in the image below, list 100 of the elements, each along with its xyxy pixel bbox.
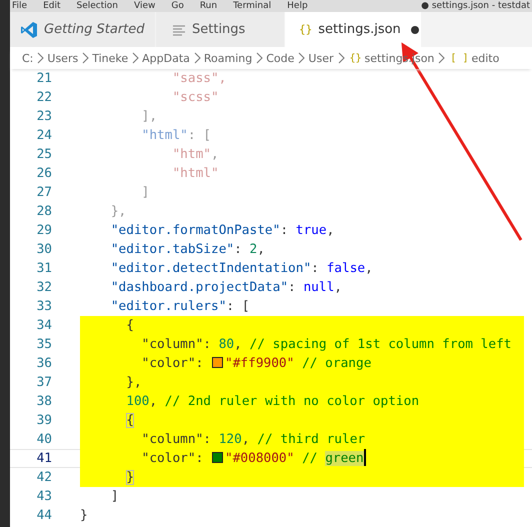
menu-item[interactable]: Help bbox=[287, 1, 308, 11]
breadcrumb-item[interactable]: AppData bbox=[142, 52, 190, 64]
code-text: { bbox=[126, 318, 134, 333]
code-text: }, bbox=[126, 375, 142, 390]
line-number: 28 bbox=[36, 204, 53, 219]
line-number: 30 bbox=[36, 242, 53, 257]
code-text: "editor.tabSize" bbox=[110, 242, 234, 257]
menu-item[interactable]: Run bbox=[200, 1, 218, 11]
code-text: "color" bbox=[142, 451, 196, 466]
code-text: , bbox=[210, 147, 219, 162]
menu-item[interactable]: Go bbox=[171, 1, 184, 11]
breadcrumb-item[interactable]: edito bbox=[471, 52, 500, 64]
breadcrumb-item[interactable]: Tineke bbox=[92, 52, 128, 64]
code-text: : [ bbox=[226, 299, 250, 314]
code-text: : bbox=[234, 242, 243, 257]
line-number: 31 bbox=[36, 261, 53, 276]
menu-item[interactable]: View bbox=[134, 1, 156, 11]
code-text: , bbox=[326, 223, 334, 238]
line-number: 40 bbox=[36, 432, 53, 447]
window-title: ● settings.json - testdat bbox=[421, 1, 531, 11]
line-number: 43 bbox=[36, 489, 53, 504]
code-text: // 2nd ruler with no color option bbox=[164, 394, 420, 409]
code-text: : bbox=[196, 356, 204, 371]
code-text: : bbox=[203, 432, 212, 447]
code-text: "column" bbox=[142, 432, 204, 447]
braces-icon: {} bbox=[299, 23, 312, 36]
code-text: }, bbox=[110, 204, 126, 219]
breadcrumb-item[interactable]: C: bbox=[22, 52, 34, 64]
code-text: , bbox=[242, 432, 251, 447]
code-text: } bbox=[80, 508, 88, 523]
code-text: , bbox=[365, 261, 373, 276]
line-number: 36 bbox=[36, 356, 53, 371]
code-text: "#ff9900" bbox=[225, 356, 294, 371]
line-number: 23 bbox=[36, 109, 53, 124]
editor-tab[interactable]: Settings bbox=[156, 12, 285, 47]
code-text: : bbox=[311, 261, 320, 276]
code-text: "html" bbox=[142, 128, 188, 143]
code-text: "htm" bbox=[172, 147, 211, 162]
line-number: 33 bbox=[36, 299, 53, 314]
line-number: 24 bbox=[36, 128, 53, 143]
code-text: false bbox=[326, 261, 366, 276]
code-text: green bbox=[325, 451, 364, 466]
code-text: 100 bbox=[126, 394, 150, 409]
code-text: } bbox=[126, 470, 134, 485]
symbol-icon: [ ] bbox=[450, 52, 468, 64]
menu-item[interactable]: Selection bbox=[76, 1, 118, 11]
code-text: // bbox=[302, 451, 318, 466]
code-text: "editor.detectIndentation" bbox=[110, 261, 312, 276]
code-text: : bbox=[288, 280, 297, 295]
breadcrumb-item[interactable]: Users bbox=[47, 52, 78, 64]
menu-item[interactable]: Terminal bbox=[233, 1, 272, 11]
code-text: "dashboard.projectData" bbox=[110, 280, 288, 295]
code-text: ], bbox=[142, 109, 158, 124]
code-text: // orange bbox=[302, 356, 372, 371]
code-text: ] bbox=[142, 185, 150, 200]
line-number: 34 bbox=[36, 318, 53, 333]
line-number: 35 bbox=[36, 337, 53, 352]
code-text: , bbox=[234, 337, 243, 352]
code-text: 2 bbox=[250, 242, 258, 257]
breadcrumb-item[interactable]: Code bbox=[266, 52, 294, 64]
editor-tab[interactable]: {} settings.json bbox=[285, 12, 422, 47]
line-number: 21 bbox=[36, 71, 53, 86]
line-number: 22 bbox=[36, 90, 53, 105]
line-number: 42 bbox=[36, 470, 53, 485]
code-text: "editor.rulers" bbox=[110, 299, 226, 314]
menu-item[interactable]: File bbox=[12, 1, 28, 11]
code-text: "html" bbox=[172, 166, 219, 181]
line-number: 25 bbox=[36, 147, 53, 162]
code-text: : [ bbox=[188, 128, 211, 143]
code-text: "sass", bbox=[172, 71, 226, 86]
code-text: null bbox=[303, 280, 334, 295]
code-text: ] bbox=[110, 489, 119, 504]
code-text: "editor.formatOnPaste" bbox=[110, 223, 280, 238]
line-number: 26 bbox=[36, 166, 53, 181]
line-number: 29 bbox=[36, 223, 53, 238]
code-text: // spacing of 1st column from left bbox=[250, 337, 512, 352]
code-text: "color" bbox=[142, 356, 196, 371]
code-text: true bbox=[296, 223, 327, 238]
code-text: : bbox=[196, 451, 204, 466]
line-number: 32 bbox=[36, 280, 53, 295]
line-number: 39 bbox=[36, 413, 53, 428]
code-text: , bbox=[257, 242, 265, 257]
code-text: , bbox=[149, 394, 158, 409]
code-text: "scss" bbox=[172, 90, 219, 105]
code-text: : bbox=[203, 337, 212, 352]
editor-tab[interactable]: Getting Started bbox=[10, 12, 156, 47]
line-number: 38 bbox=[36, 394, 53, 409]
code-text: // third ruler bbox=[257, 432, 366, 447]
line-number: 41 bbox=[36, 451, 53, 466]
line-number: 37 bbox=[36, 375, 53, 390]
line-number: 44 bbox=[36, 508, 53, 523]
menu-item[interactable]: Edit bbox=[43, 1, 60, 11]
symbol-icon: {} bbox=[350, 52, 362, 64]
breadcrumb-item[interactable]: Roaming bbox=[204, 52, 252, 64]
code-text: 80 bbox=[218, 337, 234, 352]
code-text: "column" bbox=[142, 337, 204, 352]
breadcrumb-item[interactable]: User bbox=[308, 52, 334, 64]
code-text: { bbox=[126, 413, 134, 428]
code-text: 120 bbox=[218, 432, 242, 447]
code-text: , bbox=[334, 280, 342, 295]
